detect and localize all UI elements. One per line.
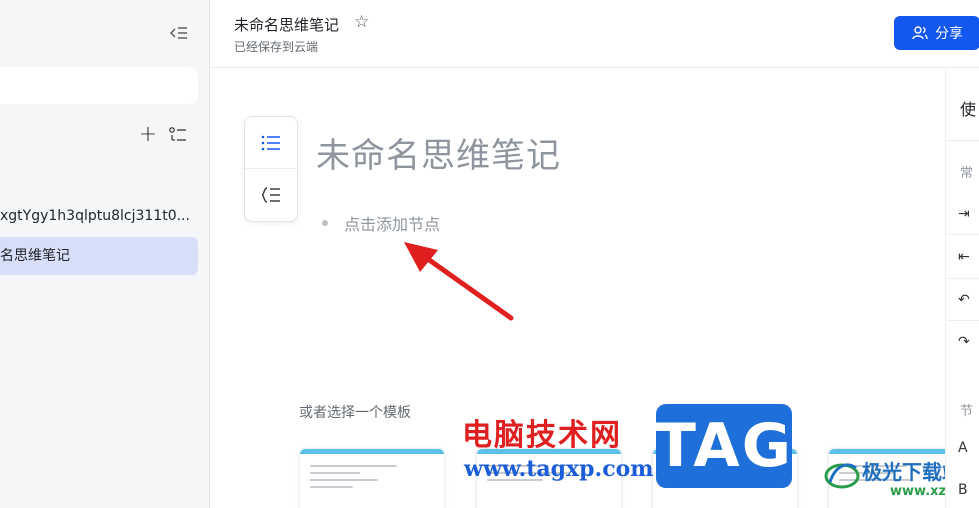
sidebar-item-current-note[interactable]: 名思维笔记 — [0, 237, 198, 275]
node-placeholder: 点击添加节点 — [344, 215, 441, 234]
common-section-label: 常 — [960, 166, 974, 181]
sidebar-item-label: xgtYgy1h3qlptu8lcj311t0... — [0, 208, 190, 224]
list-view-icon[interactable] — [168, 125, 190, 147]
bold-button[interactable]: B — [958, 482, 976, 500]
divider — [946, 320, 979, 321]
template-card[interactable] — [299, 448, 445, 508]
users-icon — [912, 26, 928, 40]
redo-icon[interactable]: ↷ — [958, 334, 976, 352]
star-icon[interactable]: ☆ — [354, 12, 369, 32]
divider — [946, 278, 979, 279]
sidebar-item-file[interactable]: xgtYgy1h3qlptu8lcj311t0... — [0, 197, 198, 235]
share-label: 分享 — [935, 26, 963, 42]
watermark-site-name: 电脑技术网 — [462, 418, 622, 453]
sidebar: + xgtYgy1h3qlptu8lcj311t0... 名思维笔记 — [0, 0, 210, 508]
search-input[interactable] — [0, 67, 198, 104]
share-button[interactable]: 分享 — [894, 16, 979, 50]
template-label: 或者选择一个模板 — [299, 405, 411, 421]
save-status: 已经保存到云端 — [234, 40, 319, 54]
app-window: + xgtYgy1h3qlptu8lcj311t0... 名思维笔记 未命名思维… — [0, 0, 979, 508]
divider — [946, 234, 979, 235]
header: 未命名思维笔记 ☆ 已经保存到云端 分享 — [210, 0, 979, 68]
outdent-icon[interactable]: ⇤ — [958, 249, 976, 267]
doc-title[interactable]: 未命名思维笔记 — [234, 14, 339, 35]
root-node[interactable]: 点击添加节点 — [322, 211, 440, 235]
outline-view-button[interactable] — [245, 117, 297, 169]
note-title[interactable]: 未命名思维笔记 — [316, 128, 561, 177]
font-style-a[interactable]: A — [958, 440, 976, 458]
add-icon[interactable]: + — [136, 124, 160, 148]
sidebar-item-label: 名思维笔记 — [0, 248, 70, 264]
node-section-label: 节 — [960, 404, 974, 419]
divider — [946, 140, 979, 141]
undo-icon[interactable]: ↶ — [958, 292, 976, 310]
outline-toolbox — [244, 116, 298, 222]
right-panel-title: 使 — [960, 100, 977, 119]
right-panel: 使 常 ⇥ ⇤ ↶ ↷ 节 A B — [945, 68, 979, 508]
bullet-dot-icon — [322, 220, 328, 226]
watermark-site-url: www.tagxp.com — [464, 456, 654, 482]
mindmap-view-button[interactable] — [245, 169, 297, 221]
watermark-tag-logo: TAG — [655, 404, 792, 488]
mindmap-icon — [261, 187, 280, 203]
annotation-arrow — [404, 242, 514, 321]
bullet-list-icon — [261, 135, 280, 150]
jiguang-logo-icon — [824, 463, 860, 489]
indent-icon[interactable]: ⇥ — [958, 206, 976, 224]
collapse-sidebar-icon[interactable] — [168, 22, 190, 44]
